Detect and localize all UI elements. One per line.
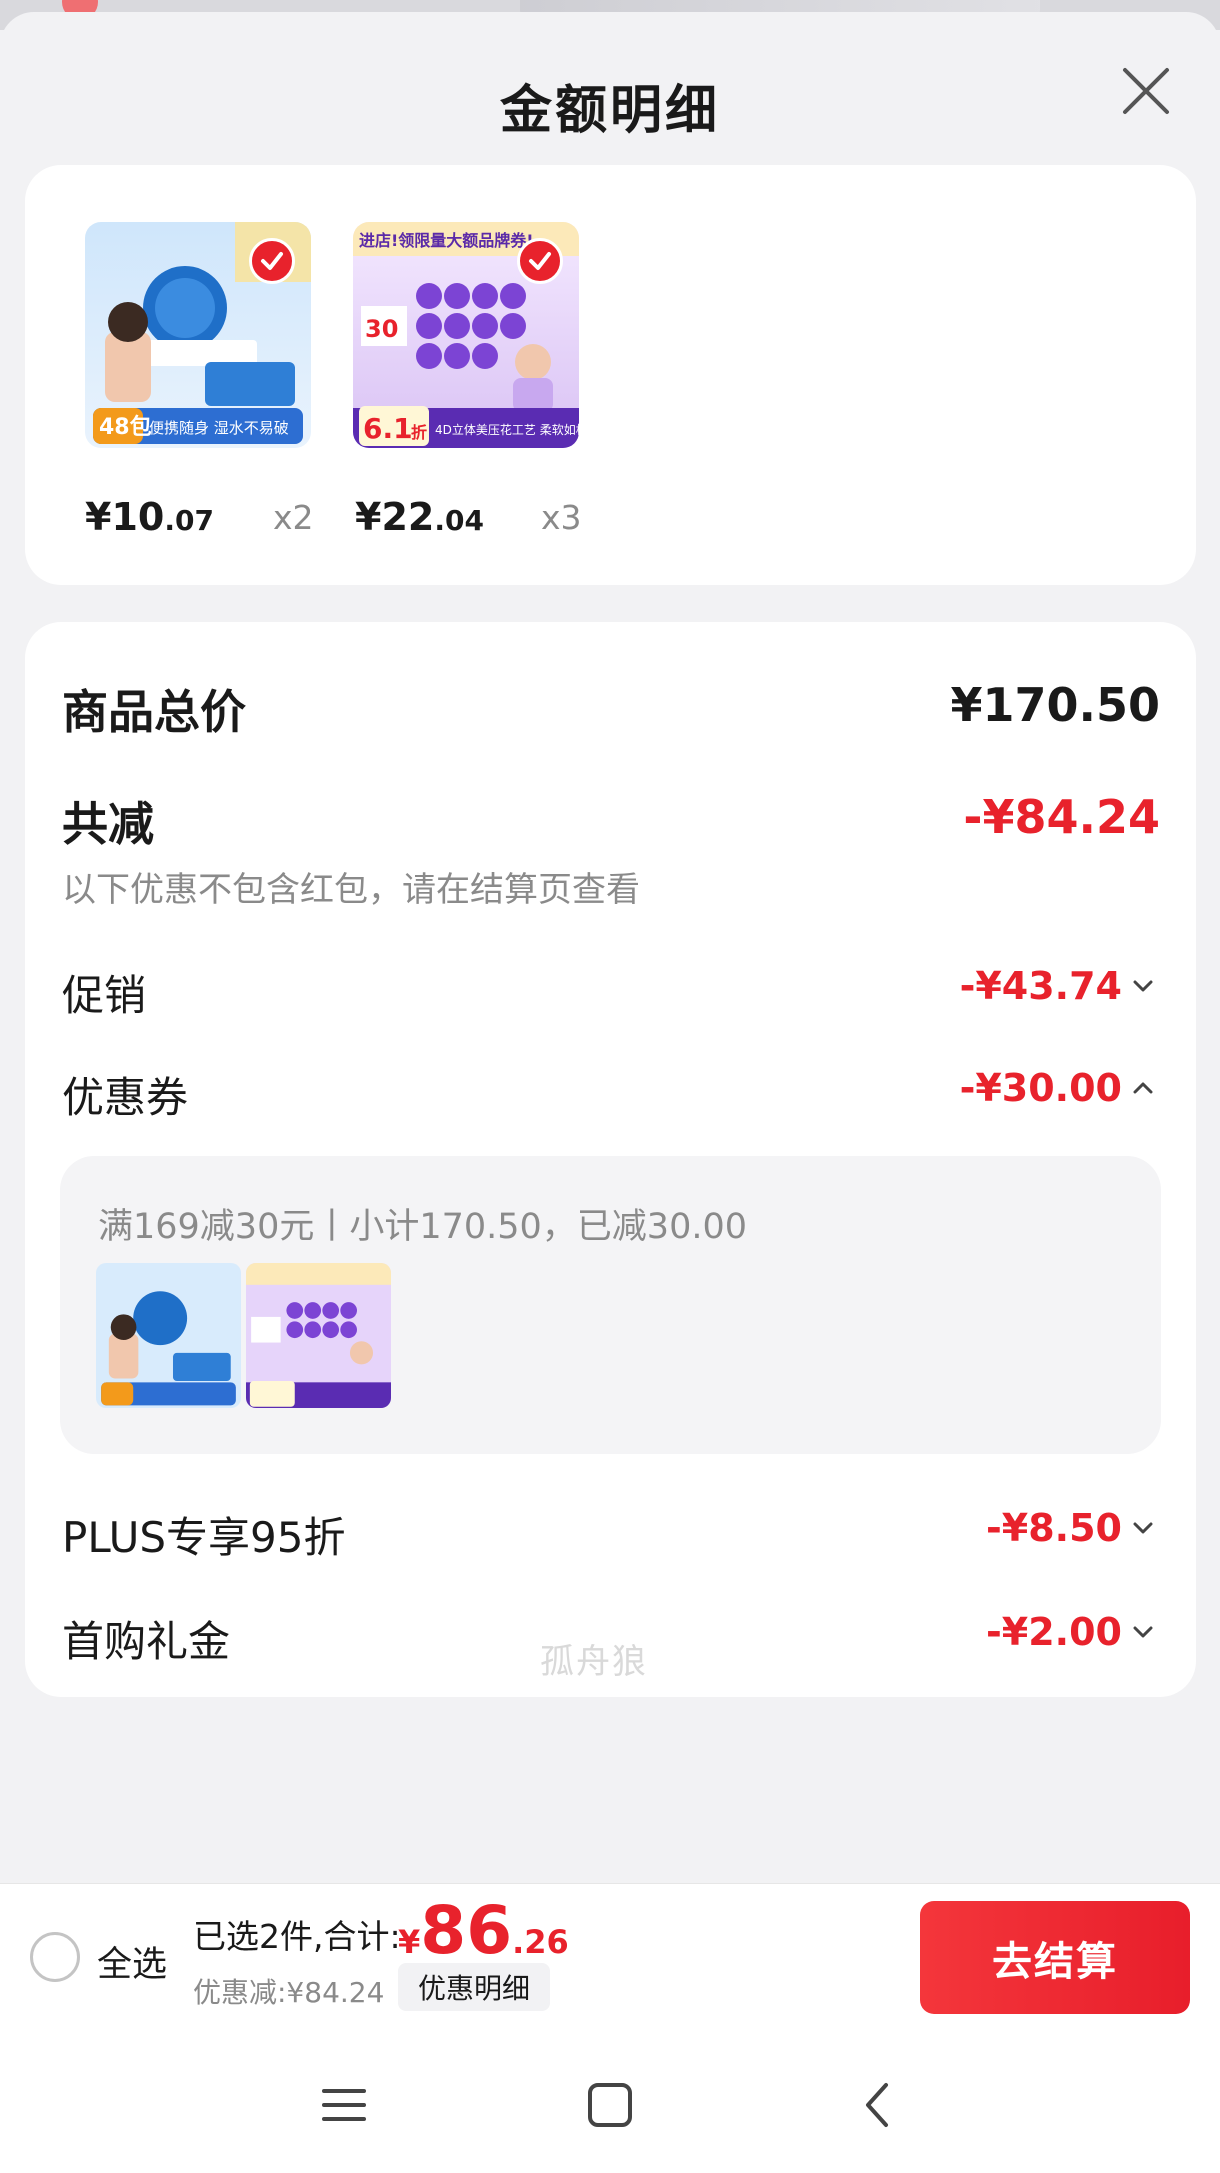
product-2-qty: x3	[541, 498, 582, 537]
saved-amount: 优惠减:¥84.24	[193, 1976, 385, 2009]
product-1-badge: 48包	[99, 414, 152, 440]
coupon-detail-text: 满169减30元丨小计170.50，已减30.00	[98, 1207, 748, 1247]
product-1-qty: x2	[273, 498, 314, 537]
total-price-label: 商品总价	[62, 685, 246, 739]
total-price-value: ¥170.50	[950, 678, 1160, 732]
selected-check-badge	[249, 238, 295, 284]
product-2-promo-sub: 4D立体美压花工艺 柔软如棉	[435, 422, 579, 437]
chevron-down-icon	[1133, 980, 1153, 992]
checkout-button[interactable]: 去结算	[920, 1901, 1190, 2014]
chevron-down-icon	[1133, 1626, 1153, 1638]
system-navigation-bar	[0, 2033, 1220, 2173]
sheet-title: 金额明细	[499, 81, 720, 141]
product-2-price-dec: .04	[434, 504, 484, 537]
plus-discount-toggle[interactable]: -¥8.50	[986, 1506, 1154, 1550]
select-all-radio[interactable]	[30, 1932, 80, 1982]
product-1-price: ¥10.07	[85, 495, 214, 539]
coupon-detail-panel: 满169减30元丨小计170.50，已减30.00	[60, 1156, 1161, 1454]
chevron-up-icon	[1133, 1082, 1153, 1094]
product-1-price-dec: .07	[164, 504, 214, 537]
chevron-down-icon	[1133, 1522, 1153, 1534]
product-1-tagline: 便携随身 湿水不易破	[149, 419, 289, 437]
total-reduced-value: -¥84.24	[963, 790, 1160, 844]
discount-detail-button[interactable]: 优惠明细	[398, 1963, 551, 2011]
menu-icon	[322, 2089, 366, 2121]
back-icon	[866, 2083, 888, 2127]
select-all-label[interactable]: 全选	[97, 1936, 167, 1987]
product-2-price-int: ¥22	[355, 495, 435, 539]
product-2-coupon-value: 30	[365, 315, 398, 343]
product-2-price: ¥22.04	[355, 495, 484, 539]
total-currency: ¥	[398, 1923, 421, 1961]
plus-discount-label: PLUS专享95折	[62, 1513, 346, 1562]
discount-note: 以下优惠不包含红包，请在结算页查看	[62, 870, 640, 910]
close-icon	[1123, 68, 1169, 114]
selection-summary: 已选2件,合计:	[193, 1917, 401, 1956]
watermark: 孤舟狼	[540, 1642, 648, 1682]
first-purchase-toggle[interactable]: -¥2.00	[986, 1610, 1154, 1654]
product-1-price-int: ¥10	[85, 495, 165, 539]
first-purchase-label: 首购礼金	[62, 1617, 231, 1666]
plus-discount-value: -¥8.50	[986, 1506, 1122, 1550]
promotion-value: -¥43.74	[959, 964, 1122, 1008]
coupon-product-thumbnail-2[interactable]	[246, 1263, 391, 1408]
selected-check-badge	[517, 238, 563, 284]
price-breakdown-card: 商品总价 ¥170.50 共减 -¥84.24 以下优惠不包含红包，请在结算页查…	[25, 622, 1196, 1697]
product-2-promo-big: 6.1	[363, 412, 413, 445]
coupon-label: 优惠券	[62, 1073, 189, 1122]
menu-button[interactable]	[312, 2073, 376, 2137]
amount-detail-sheet: 金额明细 48包 便携随身 湿水不易破 ¥10.07 x2 进店!领限量大额品牌…	[0, 12, 1220, 2173]
product-image-2	[246, 1263, 391, 1408]
product-thumbnail-1[interactable]: 48包 便携随身 湿水不易破	[85, 222, 311, 448]
coupon-product-thumbnail-1[interactable]	[96, 1263, 241, 1408]
product-image-1	[96, 1263, 241, 1408]
close-button[interactable]	[1115, 60, 1177, 122]
promotion-label: 促销	[62, 971, 147, 1020]
coupon-toggle[interactable]: -¥30.00	[960, 1066, 1154, 1110]
first-purchase-value: -¥2.00	[986, 1610, 1122, 1654]
home-button[interactable]	[578, 2073, 642, 2137]
check-icon	[261, 252, 283, 270]
total-decimal: .26	[512, 1923, 569, 1961]
home-icon	[588, 2083, 632, 2127]
selected-products-card: 48包 便携随身 湿水不易破 ¥10.07 x2 进店!领限量大额品牌券! 30…	[25, 165, 1196, 585]
total-reduced-label: 共减	[62, 797, 154, 851]
total-amount: ¥86.26	[398, 1892, 569, 1969]
back-button[interactable]	[846, 2073, 910, 2137]
product-2-promo-top: 进店!领限量大额品牌券!	[359, 231, 534, 250]
total-integer: 86	[420, 1892, 513, 1969]
coupon-value: -¥30.00	[959, 1066, 1122, 1110]
check-icon	[529, 252, 551, 270]
promotion-toggle[interactable]: -¥43.74	[960, 964, 1154, 1008]
checkout-bar: 全选 已选2件,合计: ¥86.26 优惠减:¥84.24 优惠明细 去结算	[0, 1883, 1220, 2033]
product-thumbnail-2[interactable]: 进店!领限量大额品牌券! 30 6.1 折 4D立体美压花工艺 柔软如棉	[353, 222, 579, 448]
product-2-promo-unit: 折	[411, 423, 427, 442]
